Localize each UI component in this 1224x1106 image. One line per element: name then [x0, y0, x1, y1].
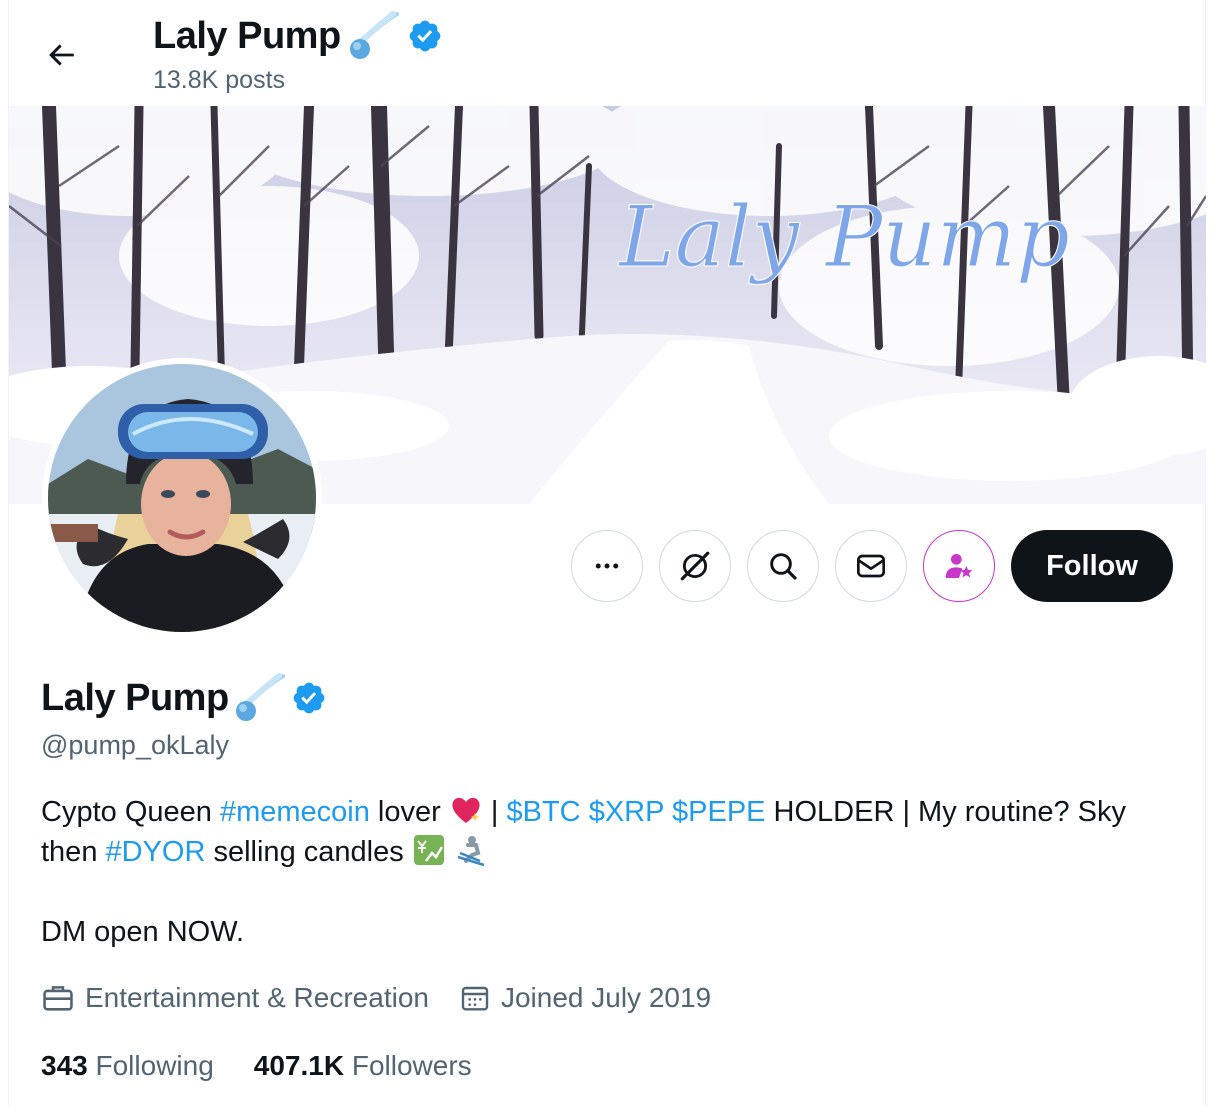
- message-icon: [857, 554, 885, 578]
- profile-display-name: Laly Pump: [41, 676, 229, 719]
- following-link[interactable]: 343 Following: [41, 1050, 214, 1082]
- profile-meta: Entertainment & Recreation Joined July 2…: [41, 978, 741, 1018]
- followers-label: Followers: [351, 1050, 472, 1081]
- bio-text: lover: [369, 796, 449, 828]
- bio-text: DM open NOW.: [41, 916, 245, 948]
- comet-emoji-icon: [349, 11, 399, 59]
- following-count: 343: [41, 1050, 88, 1081]
- joined-label: Joined July 2019: [500, 982, 712, 1013]
- profile-bio: Cypto Queen #memecoin lover | $BTC $XRP …: [41, 792, 1181, 952]
- profile-category: Entertainment & Recreation: [41, 981, 429, 1015]
- avatar-photo: [48, 364, 316, 632]
- bio-text: Cypto Queen: [41, 796, 220, 828]
- subscribe-button[interactable]: [923, 530, 995, 602]
- banner-overlay-text: Laly Pump: [617, 188, 1070, 286]
- bio-text: |: [482, 796, 507, 828]
- grok-button[interactable]: [659, 530, 731, 602]
- sparkling-heart-emoji-icon: [452, 797, 480, 823]
- search-profile-button[interactable]: [747, 530, 819, 602]
- following-label: Following: [95, 1050, 214, 1081]
- more-button[interactable]: [571, 530, 643, 602]
- cashtag-link[interactable]: $XRP: [589, 796, 664, 828]
- bio-text: then: [41, 836, 106, 868]
- bio-text: HOLDER | My routine? Sky: [765, 796, 1126, 828]
- profile-joined: Joined July 2019: [459, 982, 711, 1014]
- post-count: 13.8K posts: [153, 66, 286, 94]
- verified-badge-icon: [409, 20, 441, 52]
- profile-stats: 343 Following 407.1K Followers: [41, 1046, 512, 1086]
- chart-yen-emoji-icon: [413, 835, 444, 865]
- briefcase-icon: [43, 986, 73, 1011]
- skier-emoji-icon: [457, 836, 485, 867]
- profile-name-row: Laly Pump: [41, 672, 327, 724]
- category-label: Entertainment & Recreation: [85, 982, 429, 1013]
- back-button[interactable]: [38, 32, 84, 78]
- subscribe-icon: [945, 554, 973, 578]
- avatar[interactable]: [42, 358, 322, 638]
- follow-button[interactable]: Follow: [1011, 530, 1173, 602]
- comet-emoji-icon: [235, 673, 285, 721]
- back-arrow-icon: [49, 44, 74, 66]
- header-display-name: Laly Pump: [153, 14, 341, 57]
- profile-handle: @pump_okLaly: [41, 730, 230, 760]
- calendar-icon: [461, 986, 489, 1011]
- hashtag-link[interactable]: #memecoin: [220, 796, 370, 828]
- followers-link[interactable]: 407.1K Followers: [254, 1050, 472, 1082]
- message-button[interactable]: [835, 530, 907, 602]
- more-icon: [595, 563, 619, 569]
- search-icon: [770, 553, 797, 580]
- cashtag-link[interactable]: $BTC: [507, 796, 581, 828]
- hashtag-link[interactable]: #DYOR: [106, 836, 206, 868]
- followers-count: 407.1K: [253, 1050, 345, 1081]
- verified-badge-icon[interactable]: [291, 680, 327, 716]
- bio-text: selling candles: [205, 836, 412, 868]
- grok-icon: [680, 551, 710, 581]
- header-title: Laly Pump: [153, 10, 443, 62]
- cashtag-link[interactable]: $PEPE: [672, 796, 766, 828]
